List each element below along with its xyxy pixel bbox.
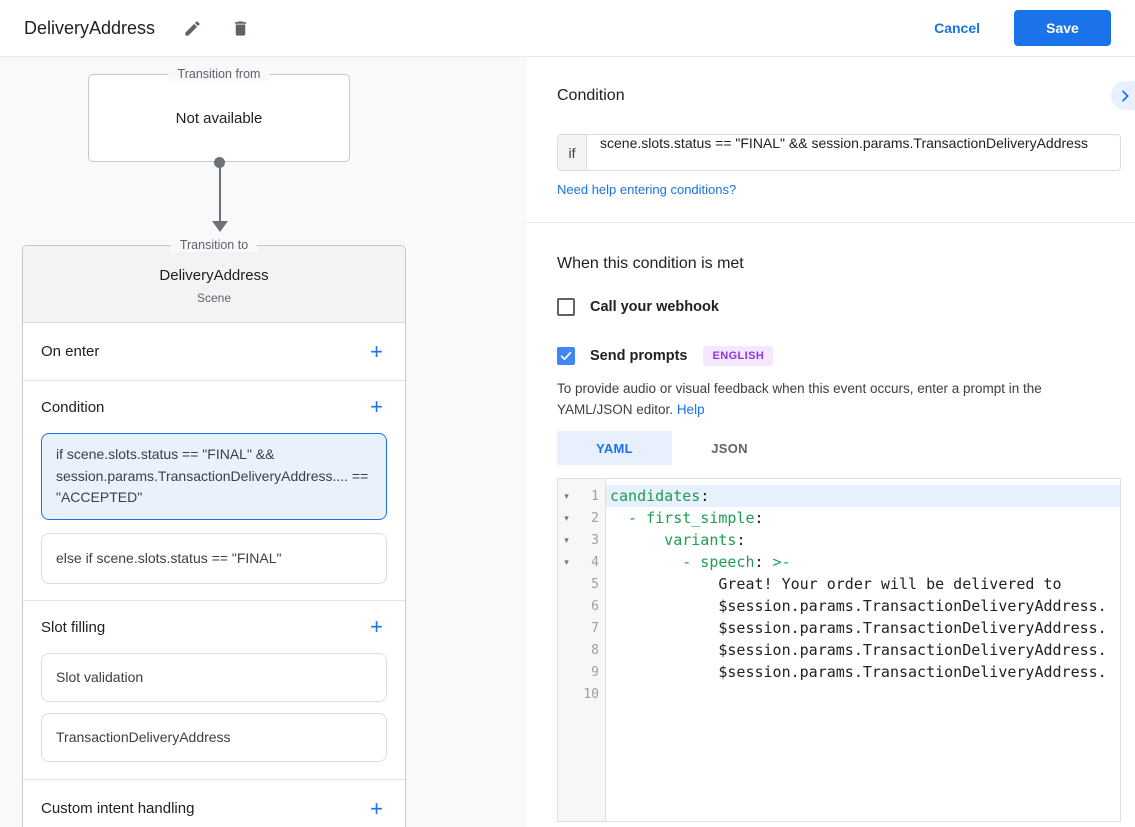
slot-filling-label: Slot filling — [41, 619, 105, 636]
condition-rule[interactable]: if scene.slots.status == "FINAL" && sess… — [41, 433, 387, 520]
condition-expression-input[interactable]: scene.slots.status == "FINAL" && session… — [587, 135, 1120, 170]
condition-detail-panel: Condition if scene.slots.status == "FINA… — [527, 57, 1135, 827]
cancel-button[interactable]: Cancel — [934, 20, 980, 36]
scene-type-label: Scene — [23, 291, 405, 305]
prompt-description-text: To provide audio or visual feedback when… — [557, 381, 1042, 417]
line-number: 1 — [575, 489, 605, 504]
code-line[interactable]: candidates: — [606, 485, 1120, 507]
page-title: DeliveryAddress — [24, 18, 155, 39]
add-condition-button[interactable]: + — [366, 397, 387, 417]
connector-line — [219, 163, 221, 223]
if-label: if — [558, 135, 587, 170]
code-line[interactable]: $session.params.TransactionDeliveryAddre… — [606, 661, 1120, 683]
line-number: 3 — [575, 533, 605, 548]
condition-rule[interactable]: else if scene.slots.status == "FINAL" — [41, 533, 387, 585]
transition-to-legend: Transition to — [171, 238, 257, 252]
slot-list: Slot validation TransactionDeliveryAddres… — [41, 653, 387, 779]
condition-section: Condition + if scene.slots.status == "FI… — [23, 381, 405, 601]
code-line[interactable]: Great! Your order will be delivered to — [606, 573, 1120, 595]
editor-tab-bar: YAMLJSON — [557, 431, 787, 465]
line-number: 4 — [575, 555, 605, 570]
line-number: 8 — [575, 643, 605, 658]
transition-to-card: Transition to DeliveryAddress Scene On e… — [22, 245, 406, 827]
fold-arrow-icon[interactable]: ▾ — [558, 557, 575, 568]
webhook-row: Call your webhook — [557, 298, 719, 316]
custom-intent-label: Custom intent handling — [41, 800, 194, 817]
fold-arrow-icon[interactable]: ▾ — [558, 513, 575, 524]
transition-from-box: Transition from Not available — [88, 74, 350, 162]
section-divider — [527, 222, 1135, 223]
line-number: 7 — [575, 621, 605, 636]
when-condition-met-heading: When this condition is met — [557, 255, 744, 273]
language-badge: ENGLISH — [703, 346, 773, 366]
line-number: 2 — [575, 511, 605, 526]
connector-arrowhead-icon — [212, 221, 228, 232]
code-line[interactable]: $session.params.TransactionDeliveryAddre… — [606, 595, 1120, 617]
fold-arrow-icon[interactable]: ▾ — [558, 535, 575, 546]
add-slot-button[interactable]: + — [366, 617, 387, 637]
code-line[interactable]: $session.params.TransactionDeliveryAddre… — [606, 639, 1120, 661]
code-line[interactable]: $session.params.TransactionDeliveryAddre… — [606, 617, 1120, 639]
scene-graph-panel: Transition from Not available Transition… — [0, 57, 527, 827]
add-custom-intent-button[interactable]: + — [366, 799, 387, 819]
fold-arrow-icon[interactable]: ▾ — [558, 491, 575, 502]
editor-code-area[interactable]: candidates: - first_simple: variants: - … — [606, 479, 1120, 821]
call-webhook-checkbox[interactable] — [557, 298, 575, 316]
slot-filling-section: Slot filling + Slot validation Transactio… — [23, 601, 405, 780]
tab-json[interactable]: JSON — [672, 431, 787, 465]
code-line[interactable]: - first_simple: — [606, 507, 1120, 529]
condition-expression-row: if scene.slots.status == "FINAL" && sess… — [557, 134, 1121, 171]
send-prompts-checkbox[interactable] — [557, 347, 575, 365]
code-line[interactable] — [606, 683, 1120, 705]
tab-yaml[interactable]: YAML — [557, 431, 672, 465]
chevron-right-icon — [1117, 88, 1133, 104]
code-line[interactable]: variants: — [606, 529, 1120, 551]
scene-name: DeliveryAddress — [23, 267, 405, 284]
top-bar: DeliveryAddress Cancel Save — [0, 0, 1135, 57]
code-line[interactable]: - speech: >- — [606, 551, 1120, 573]
conditions-help-link[interactable]: Need help entering conditions? — [557, 182, 736, 197]
send-prompts-row: Send prompts ENGLISH — [557, 346, 773, 366]
on-enter-label: On enter — [41, 343, 99, 360]
help-link[interactable]: Help — [677, 402, 705, 417]
prompt-description: To provide audio or visual feedback when… — [557, 378, 1110, 420]
on-enter-section: On enter + — [23, 323, 405, 381]
add-on-enter-button[interactable]: + — [366, 342, 387, 362]
condition-heading: Condition — [557, 87, 625, 105]
line-number: 10 — [575, 687, 605, 702]
trash-icon — [231, 19, 250, 38]
collapse-panel-button[interactable] — [1111, 81, 1135, 110]
line-number: 6 — [575, 599, 605, 614]
scene-card-header[interactable]: DeliveryAddress Scene — [23, 246, 405, 323]
condition-section-label: Condition — [41, 399, 104, 416]
pencil-icon — [183, 19, 202, 38]
slot-item[interactable]: TransactionDeliveryAddress — [41, 713, 387, 762]
line-number: 5 — [575, 577, 605, 592]
call-webhook-label[interactable]: Call your webhook — [590, 299, 719, 315]
save-button[interactable]: Save — [1014, 10, 1111, 46]
edit-title-button[interactable] — [181, 17, 203, 39]
custom-intent-section: Custom intent handling + — [23, 780, 405, 827]
condition-list: if scene.slots.status == "FINAL" && sess… — [41, 433, 387, 600]
transition-from-value: Not available — [176, 110, 263, 127]
delete-scene-button[interactable] — [229, 17, 251, 39]
yaml-editor: ▾1▾2▾3▾45678910 candidates: - first_simp… — [557, 478, 1121, 822]
line-number: 9 — [575, 665, 605, 680]
send-prompts-label[interactable]: Send prompts — [590, 348, 687, 364]
slot-item[interactable]: Slot validation — [41, 653, 387, 702]
editor-gutter: ▾1▾2▾3▾45678910 — [558, 479, 606, 821]
transition-from-legend: Transition from — [169, 67, 270, 81]
